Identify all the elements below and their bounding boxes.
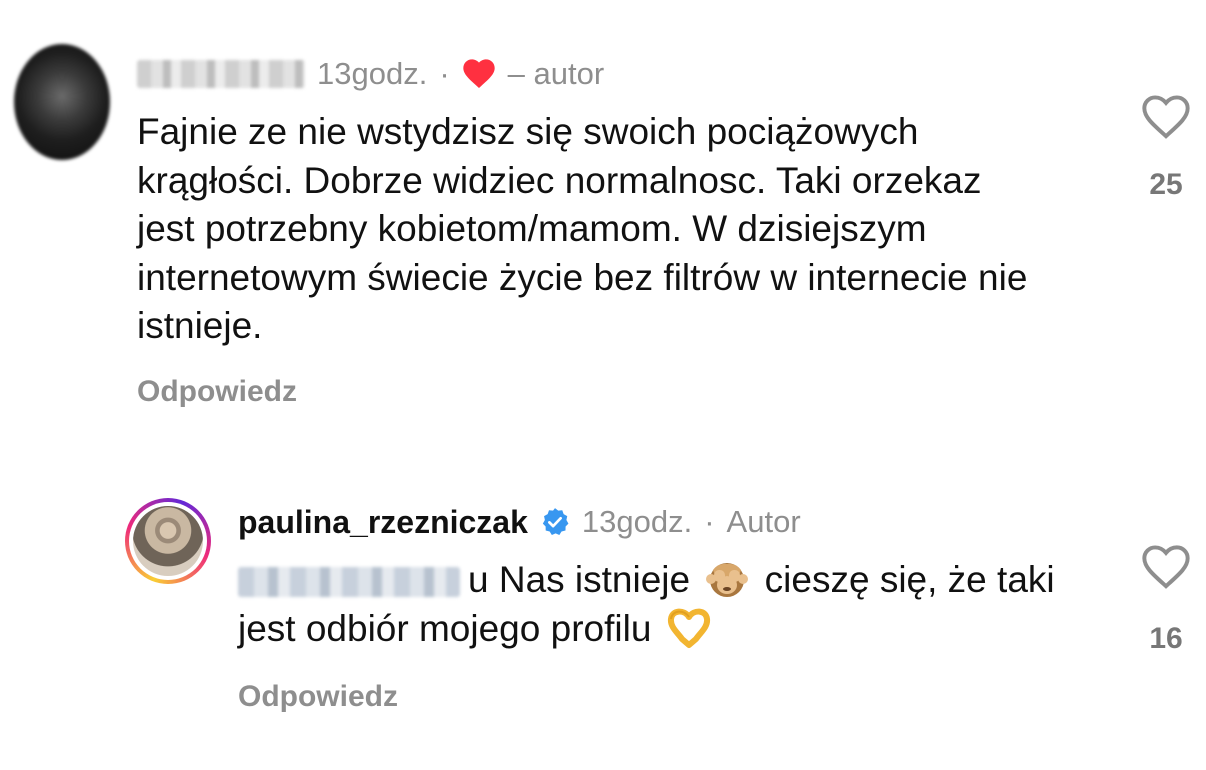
- avatar-story-ring[interactable]: [125, 498, 211, 584]
- comment-item: 13godz. · – autor Fajnie ze nie wstydzis…: [0, 0, 1206, 440]
- comments-thread: 13godz. · – autor Fajnie ze nie wstydzis…: [0, 0, 1206, 770]
- mention-redacted[interactable]: [238, 567, 460, 598]
- like-column: 25: [1134, 94, 1198, 202]
- like-count: 16: [1149, 622, 1183, 655]
- comment-text: u Nas istnieje cieszę się, że taki jest …: [238, 556, 1098, 653]
- avatar[interactable]: [14, 44, 110, 160]
- author-label: Autor: [726, 504, 801, 539]
- comment-meta: paulina_rzezniczak 13godz. · Autor: [238, 502, 801, 542]
- meta-separator: ·: [704, 504, 715, 539]
- comment-time: 13godz.: [581, 504, 693, 539]
- see-no-evil-monkey-icon: [706, 563, 749, 597]
- avatar-inner: [129, 502, 207, 580]
- heart-outline-icon[interactable]: [1141, 94, 1191, 140]
- username-link[interactable]: paulina_rzezniczak: [238, 504, 528, 541]
- like-column: 16: [1134, 544, 1198, 656]
- reply-comment-item: paulina_rzezniczak 13godz. · Autor u Nas…: [0, 490, 1206, 770]
- username-redacted[interactable]: [137, 60, 305, 88]
- comment-time: 13godz.: [317, 56, 428, 91]
- comment-text: Fajnie ze nie wstydzisz się swoich pocią…: [137, 111, 1028, 346]
- author-liked-note: – autor: [507, 56, 605, 91]
- reply-button[interactable]: Odpowiedz: [238, 680, 398, 714]
- heart-hands-icon: [667, 608, 710, 648]
- comment-text-part1: u Nas istnieje: [468, 559, 691, 600]
- heart-outline-icon[interactable]: [1141, 544, 1191, 590]
- verified-badge-icon: [542, 508, 569, 535]
- avatar: [133, 506, 203, 576]
- comment-meta: 13godz. · – autor: [137, 54, 604, 94]
- reply-button[interactable]: Odpowiedz: [137, 375, 297, 409]
- meta-separator: ·: [439, 56, 450, 91]
- like-count: 25: [1149, 168, 1183, 201]
- red-heart-icon: [462, 59, 495, 89]
